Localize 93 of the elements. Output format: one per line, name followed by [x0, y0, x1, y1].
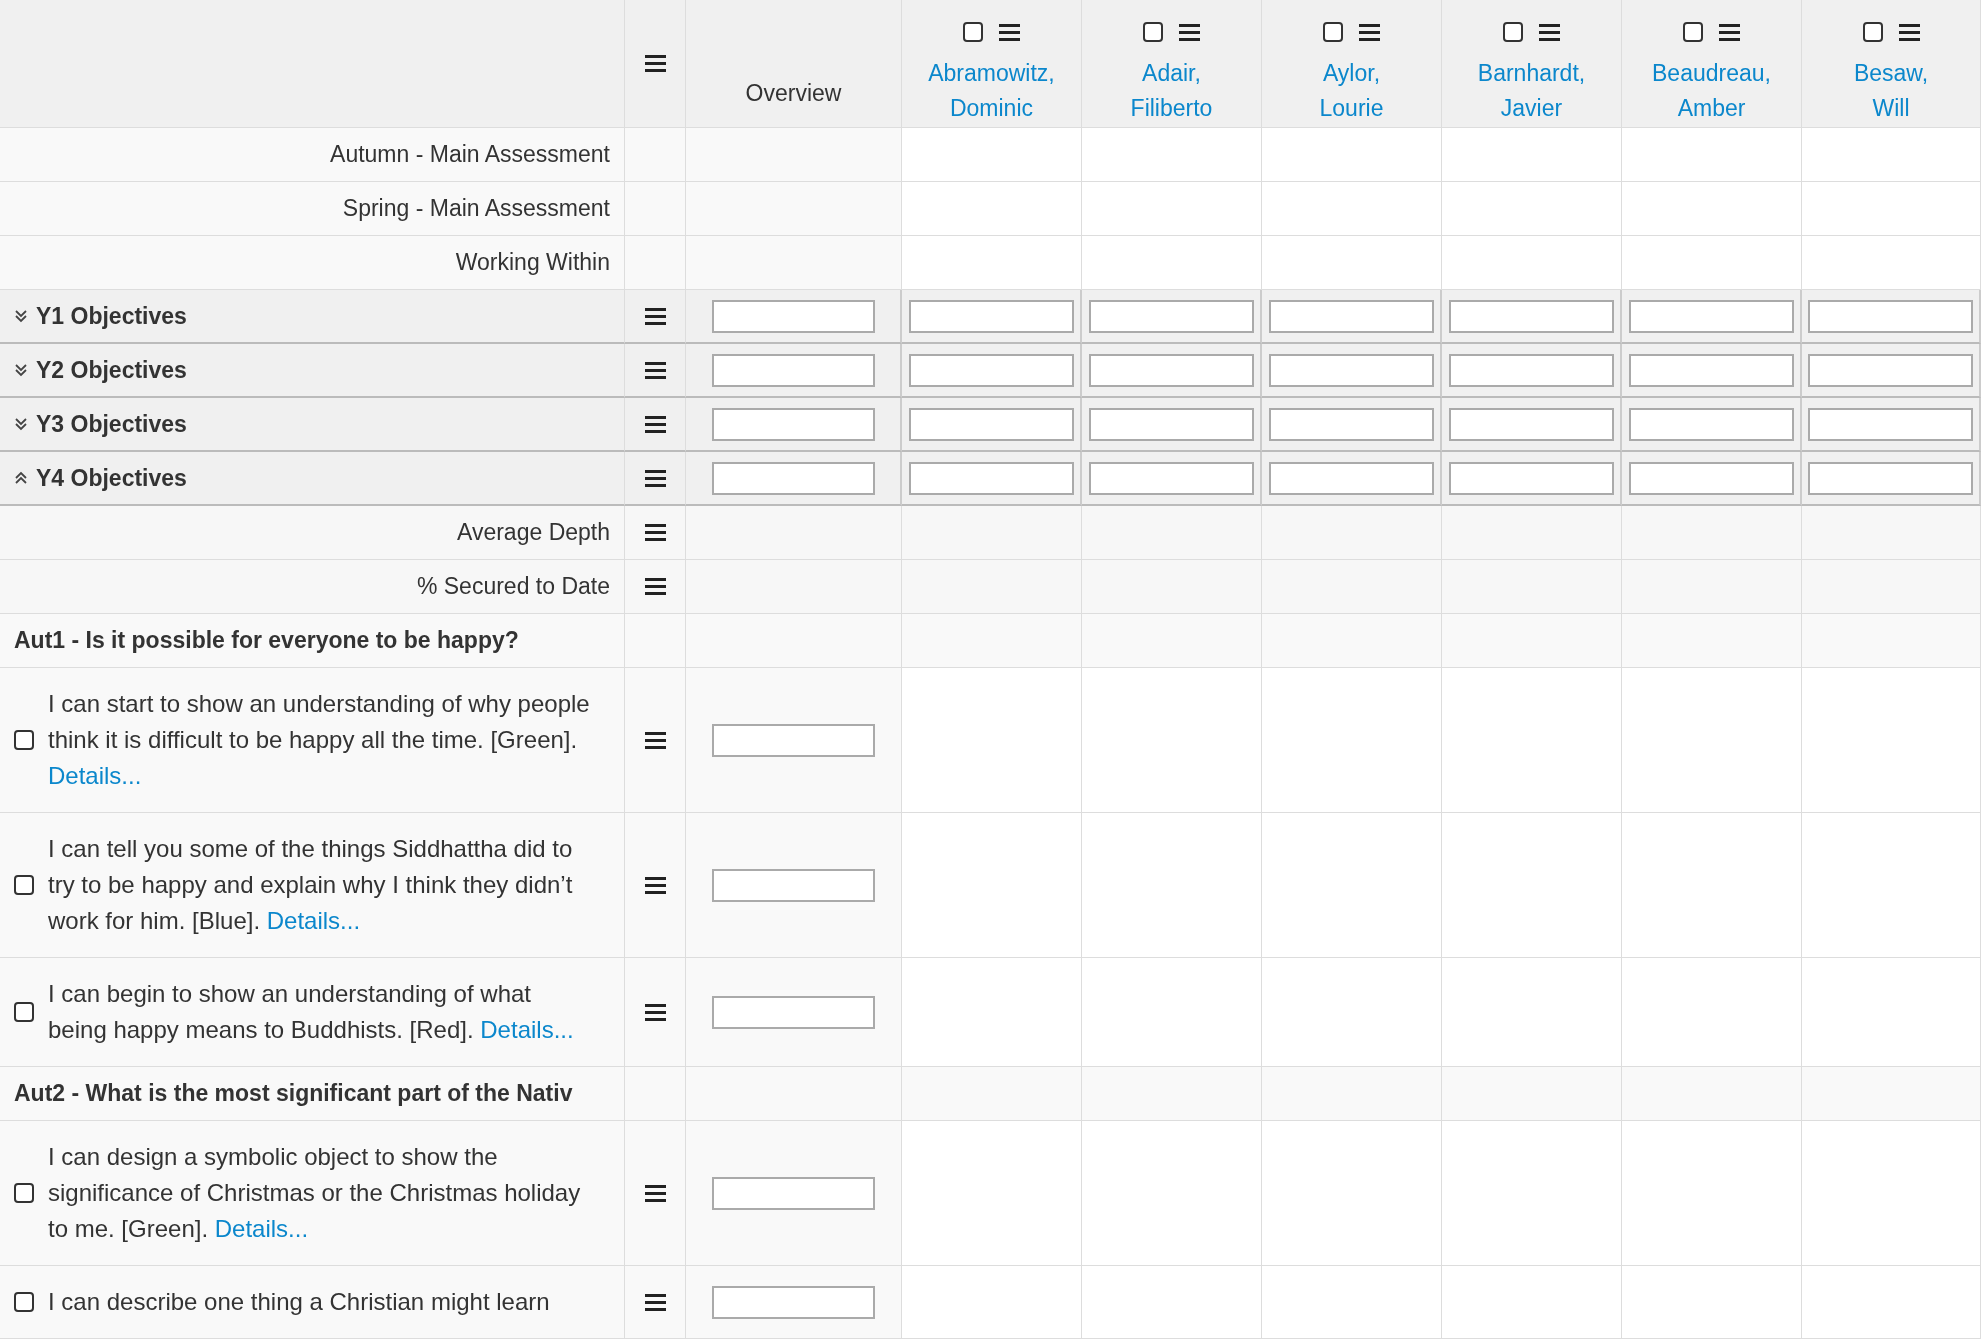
- input-field[interactable]: [1088, 407, 1254, 441]
- checkbox[interactable]: [963, 22, 983, 42]
- input-field[interactable]: [712, 1285, 875, 1319]
- row-label: Spring - Main Assessment: [342, 195, 610, 222]
- details-link[interactable]: Details...: [48, 762, 142, 789]
- input-field[interactable]: [711, 461, 875, 495]
- input-field[interactable]: [1808, 461, 1973, 495]
- input-field[interactable]: [1448, 299, 1614, 333]
- checkbox[interactable]: [14, 730, 34, 750]
- checkbox[interactable]: [14, 1183, 34, 1203]
- input-field[interactable]: [908, 299, 1074, 333]
- menu-icon[interactable]: [999, 23, 1020, 41]
- checkbox[interactable]: [1503, 22, 1523, 42]
- input-field[interactable]: [712, 868, 875, 902]
- section-title: Aut1 - Is it possible for everyone to be happy?: [14, 627, 519, 654]
- menu-icon[interactable]: [1359, 23, 1380, 41]
- chevron-icon[interactable]: [14, 417, 28, 431]
- menu-icon[interactable]: [1719, 23, 1740, 41]
- student-name-link[interactable]: Beaudreau, Amber: [1652, 56, 1771, 126]
- menu-icon[interactable]: [644, 876, 666, 894]
- checkbox[interactable]: [14, 1002, 34, 1022]
- input-field[interactable]: [1628, 299, 1794, 333]
- objective-text: I can start to show an understanding of why people think it is difficult to be happy all the time. [Green]. Details...: [48, 689, 591, 791]
- group-title: Y1 Objectives: [36, 302, 187, 330]
- student-name-link[interactable]: Aylor, Lourie: [1319, 56, 1384, 126]
- input-field[interactable]: [1808, 407, 1973, 441]
- menu-icon[interactable]: [644, 731, 666, 749]
- input-field[interactable]: [712, 723, 875, 757]
- input-field[interactable]: [712, 1176, 875, 1210]
- menu-icon[interactable]: [644, 361, 666, 379]
- input-field[interactable]: [1088, 353, 1254, 387]
- input-field[interactable]: [1448, 461, 1614, 495]
- input-field[interactable]: [711, 407, 875, 441]
- menu-icon[interactable]: [1179, 23, 1200, 41]
- input-field[interactable]: [712, 995, 875, 1029]
- details-link[interactable]: Details...: [480, 1016, 574, 1043]
- input-field[interactable]: [1628, 353, 1794, 387]
- section-title: Aut2 - What is the most significant part of the Nativ: [14, 1080, 573, 1107]
- group-title: Y3 Objectives: [36, 410, 187, 438]
- input-field[interactable]: [1448, 353, 1614, 387]
- chevron-icon[interactable]: [14, 309, 28, 323]
- input-field[interactable]: [1628, 407, 1794, 441]
- student-name-link[interactable]: Barnhardt, Javier: [1477, 56, 1586, 126]
- input-field[interactable]: [908, 461, 1074, 495]
- input-field[interactable]: [1628, 461, 1794, 495]
- column-header: Overview: [745, 80, 842, 107]
- menu-icon[interactable]: [644, 1003, 666, 1021]
- details-link[interactable]: Details...: [214, 1215, 309, 1242]
- menu-icon[interactable]: [644, 307, 666, 325]
- menu-icon[interactable]: [1539, 23, 1560, 41]
- menu-icon[interactable]: [644, 415, 666, 433]
- row-label: Autumn - Main Assessment: [330, 141, 610, 168]
- menu-icon[interactable]: [644, 578, 666, 595]
- row-label: Average Depth: [457, 519, 610, 546]
- objective-text: I can describe one thing a Christian might learn: [48, 1287, 550, 1317]
- chevron-icon[interactable]: [14, 363, 28, 377]
- input-field[interactable]: [1268, 353, 1434, 387]
- checkbox[interactable]: [1862, 22, 1883, 42]
- input-field[interactable]: [908, 353, 1074, 387]
- checkbox[interactable]: [1683, 22, 1703, 42]
- menu-icon[interactable]: [644, 524, 666, 541]
- student-name-link[interactable]: Besaw, Will: [1853, 56, 1929, 126]
- input-field[interactable]: [1808, 299, 1973, 333]
- menu-icon[interactable]: [644, 55, 666, 72]
- objective-text: I can design a symbolic object to show the significance of Christmas or the Christmas holiday to me. [Green]. Details...: [48, 1142, 582, 1244]
- input-field[interactable]: [1088, 461, 1254, 495]
- details-link[interactable]: Details...: [266, 907, 361, 934]
- menu-icon[interactable]: [644, 1293, 666, 1311]
- input-field[interactable]: [1268, 407, 1434, 441]
- input-field[interactable]: [1088, 299, 1254, 333]
- menu-icon[interactable]: [1898, 23, 1920, 41]
- checkbox[interactable]: [1323, 22, 1343, 42]
- input-field[interactable]: [1268, 299, 1434, 333]
- objective-text: I can tell you some of the things Siddhattha did to try to be happy and explain why I think they didn’t work for him. [Blue]. Details...: [48, 834, 574, 936]
- row-label: % Secured to Date: [416, 573, 610, 600]
- student-name-link[interactable]: Abramowitz, Dominic: [928, 56, 1055, 126]
- chevron-icon[interactable]: [14, 471, 28, 485]
- menu-icon[interactable]: [644, 469, 666, 487]
- input-field[interactable]: [1268, 461, 1434, 495]
- group-title: Y2 Objectives: [36, 356, 187, 384]
- menu-icon[interactable]: [644, 1184, 666, 1202]
- row-label: Working Within: [455, 249, 610, 276]
- group-title: Y4 Objectives: [36, 464, 187, 492]
- checkbox[interactable]: [1143, 22, 1163, 42]
- input-field[interactable]: [711, 353, 875, 387]
- checkbox[interactable]: [14, 1292, 34, 1312]
- input-field[interactable]: [711, 299, 875, 333]
- input-field[interactable]: [1808, 353, 1973, 387]
- student-name-link[interactable]: Adair, Filiberto: [1130, 56, 1213, 126]
- objective-text: I can begin to show an understanding of what being happy means to Buddhists. [Red]. Details...: [48, 979, 575, 1045]
- input-field[interactable]: [1448, 407, 1614, 441]
- checkbox[interactable]: [14, 875, 34, 895]
- input-field[interactable]: [908, 407, 1074, 441]
